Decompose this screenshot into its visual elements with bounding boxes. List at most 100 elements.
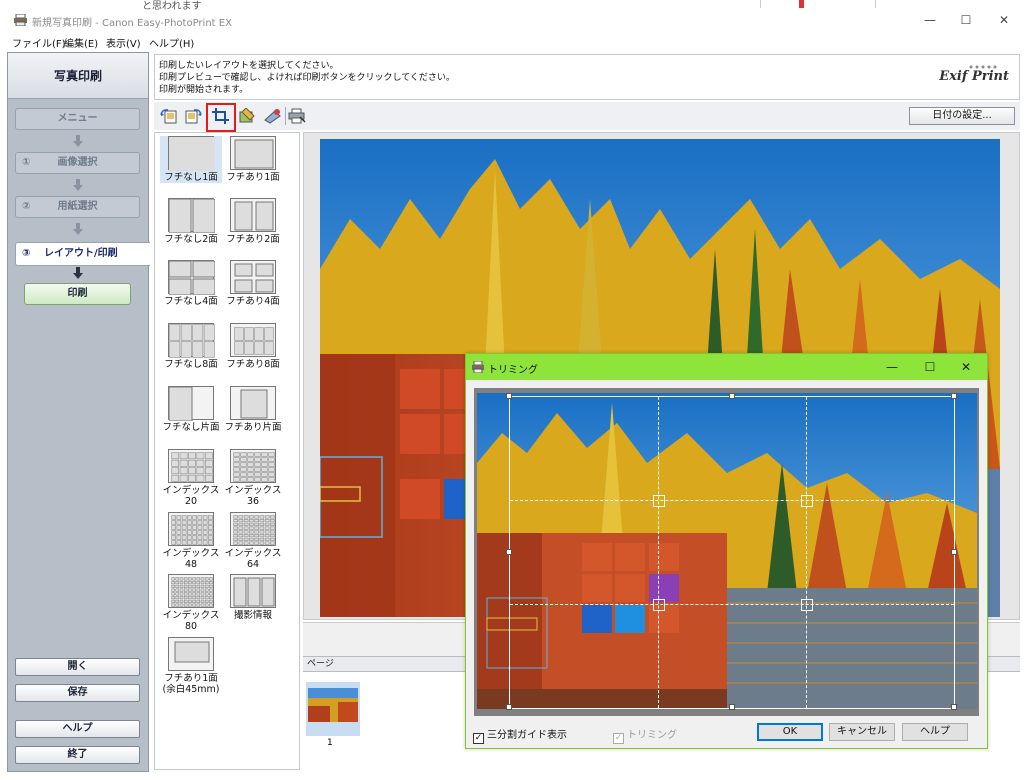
layout-thumbnail [168,323,215,358]
step-image-select-button[interactable]: ① 画像選択 [15,152,140,174]
layout-thumbnail [230,198,276,232]
dialog-help-button[interactable]: ヘルプ [902,723,968,741]
layout-option-full2[interactable]: フチなし2面 [160,198,222,245]
layout-option-idx48[interactable]: インデックス 48 [160,512,222,570]
layout-option-idx20[interactable]: インデックス 20 [160,449,222,507]
date-settings-button[interactable]: 日付の設定... [909,107,1015,125]
layout-list-panel: フチなし1面 フチあり1面フチなし2面 フチあり2面 フチなし4面 フチあり4面フチなし… [154,132,300,770]
background-window-fragment: と思われます [0,0,1024,12]
layout-thumbnail [168,512,214,546]
thirds-guide-v2 [806,397,807,708]
layout-option-bord2[interactable]: フチあり2面 [222,198,284,245]
layout-thumbnail-graphic [171,452,213,482]
printer-app-icon [472,361,484,373]
crop-frame[interactable] [506,393,957,710]
crop-handle-right[interactable] [951,549,957,555]
layout-label: フチあり1面 [226,172,280,183]
dialog-close-button[interactable]: ✕ [948,356,984,378]
close-button[interactable]: ✕ [984,10,1024,32]
layout-thumbnail-graphic [234,139,274,169]
print-button[interactable]: 印刷 [24,283,131,305]
layout-option-halfR[interactable]: フチあり片面 [222,386,284,433]
layout-label: フチあり8面 [226,359,280,370]
step1-label: 画像選択 [57,157,98,168]
thirds-guide-label: 三分割ガイド表示 [487,730,567,741]
maximize-button[interactable]: ☐ [946,10,986,32]
layout-option-bord1[interactable]: フチあり1面 [222,136,284,183]
menu-edit[interactable]: 編集(E) [64,35,98,50]
layout-option-info[interactable]: 撮影情報 [222,574,284,621]
special-filters-icon[interactable] [264,108,282,124]
layout-label: インデックス 80 [162,610,220,632]
layout-option-full1[interactable]: フチなし1面 [160,136,222,183]
down-arrow-icon [73,179,83,191]
open-button[interactable]: 開く [15,658,140,676]
layout-option-halfL[interactable]: フチなし片面 [160,386,222,433]
background-red-mark [799,0,804,8]
rotate-right-icon[interactable] [184,108,202,124]
rotate-left-icon[interactable] [160,108,178,124]
layout-option-idx36[interactable]: インデックス 36 [222,449,284,507]
ok-button[interactable]: OK [757,723,823,741]
crop-handle-top-left[interactable] [506,393,512,399]
step3-number: ③ [22,248,31,259]
layout-thumbnail [168,574,214,608]
bottom-strip [0,772,1024,780]
cancel-button[interactable]: キャンセル [829,723,895,741]
layout-option-full4[interactable]: フチなし4面 [160,260,222,307]
crop-handle-top-right[interactable] [951,393,957,399]
layout-thumbnail [168,136,215,171]
trimming-checkbox[interactable]: ✓ トリミング [613,726,677,744]
menu-view[interactable]: 表示(V) [106,35,141,50]
layout-option-full8[interactable]: フチなし8面 [160,323,222,370]
layout-label: フチなし8面 [164,359,218,370]
thirds-guide-checkbox[interactable]: ✓ 三分割ガイド表示 [473,726,567,744]
dialog-maximize-button[interactable]: ☐ [912,356,948,378]
down-arrow-icon [73,135,83,147]
menu-step-label: メニュー [57,113,98,124]
layout-thumbnail-graphic [169,137,215,171]
page-thumbnail[interactable] [306,682,360,736]
menu-bar: ファイル(F) 編集(E) 表示(V) ヘルプ(H) [0,32,1024,50]
logo-dots [969,65,997,69]
layout-thumbnail [230,386,276,420]
image-correction-icon[interactable] [238,108,256,124]
step3-label: レイアウト/印刷 [44,248,118,259]
layout-label: インデックス 36 [224,485,282,507]
layout-option-idx80[interactable]: インデックス 80 [160,574,222,632]
thirds-guide-h2 [510,604,954,605]
dialog-minimize-button[interactable]: — [874,356,910,378]
toolbar: 日付の設定... [154,102,1020,132]
minimize-button[interactable]: — [910,10,950,32]
layout-label: 撮影情報 [233,610,272,621]
crop-handle-top[interactable] [729,393,735,399]
layout-option-bord4[interactable]: フチあり4面 [222,260,284,307]
layout-thumbnail [230,136,276,170]
step2-label: 用紙選択 [57,201,98,212]
background-fragment [760,0,876,8]
menu-help[interactable]: ヘルプ(H) [149,35,194,50]
layout-label: フチあり1面 (余白45mm) [162,673,220,695]
trimming-dialog: トリミング — ☐ ✕ ✓ 三分割ガイド表示 ✓ トリミング OK キャンセル … [465,353,988,749]
crop-handle-bottom-right[interactable] [951,704,957,710]
menu-file[interactable]: ファイル(F) [12,35,66,50]
print-settings-icon[interactable] [288,108,306,124]
layout-option-bord8[interactable]: フチあり8面 [222,323,284,370]
layout-thumbnail-graphic [234,327,274,355]
save-button[interactable]: 保存 [15,684,140,702]
crop-handle-bottom-left[interactable] [506,704,512,710]
exit-button[interactable]: 終了 [15,746,140,764]
trimming-dialog-title: トリミング [488,365,538,376]
menu-step-button[interactable]: メニュー [15,108,140,130]
crop-handle-bottom[interactable] [729,704,735,710]
thirds-point-4 [801,599,813,611]
layout-option-bord45[interactable]: フチあり1面 (余白45mm) [160,637,222,695]
instruction-panel: 印刷したいレイアウトを選択してください。 印刷プレビューで確認し、よければ印刷ボ… [154,54,1020,100]
step-layout-print-active[interactable]: ③ レイアウト/印刷 [15,242,150,266]
help-button[interactable]: ヘルプ [15,720,140,738]
layout-option-idx64[interactable]: インデックス 64 [222,512,284,570]
crop-handle-left[interactable] [506,549,512,555]
layout-thumbnail-graphic [169,324,215,358]
trimming-canvas[interactable] [474,388,979,716]
step-paper-select-button[interactable]: ② 用紙選択 [15,196,140,218]
